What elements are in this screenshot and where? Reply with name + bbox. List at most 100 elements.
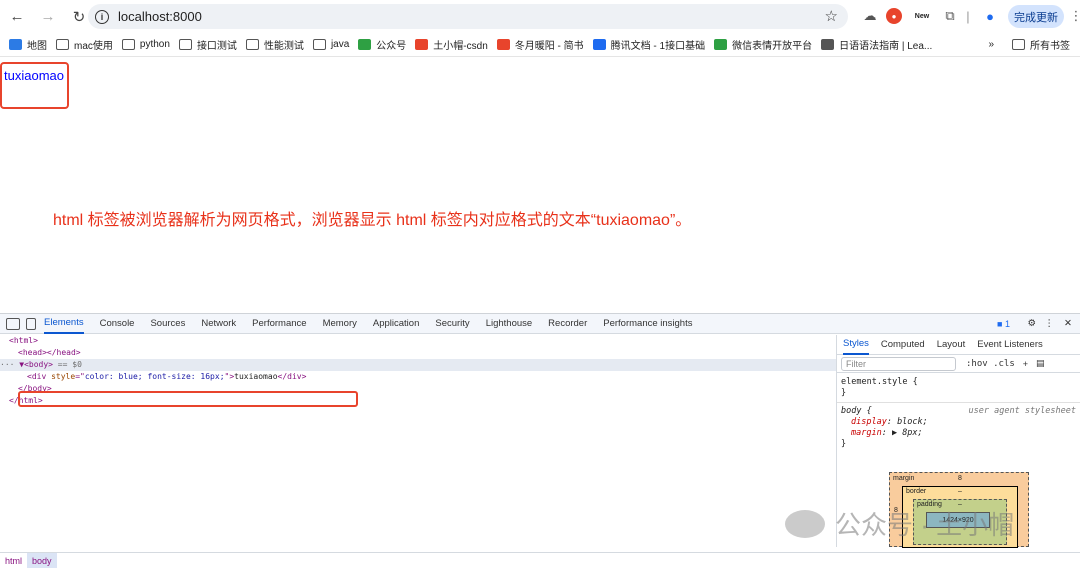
style-prop-margin[interactable]: margin: ▶ 8px; <box>841 428 1076 439</box>
tab-memory[interactable]: Memory <box>323 314 357 334</box>
annotation-text: html 标签被浏览器解析为网页格式，浏览器显示 html 标签内对应格式的文本… <box>53 212 692 229</box>
style-prop-display[interactable]: display: block; <box>841 417 1076 428</box>
tab-application[interactable]: Application <box>373 314 419 334</box>
body-selector[interactable]: body { <box>841 406 872 416</box>
tab-lighthouse[interactable]: Lighthouse <box>486 314 532 334</box>
forward-icon[interactable]: → <box>34 3 62 31</box>
site-info-icon[interactable]: i <box>95 9 109 24</box>
element-style-rule[interactable]: element.style { <box>841 377 1076 388</box>
bookmark-star-icon[interactable]: ☆ <box>825 7 838 25</box>
close-devtools-icon[interactable]: ✕ <box>1064 318 1072 329</box>
device-toolbar-icon[interactable] <box>26 317 36 330</box>
browser-toolbar: ← → ↻ i localhost:8000 ☆ ☁ ● New ⧉ | ● 完… <box>0 0 1080 33</box>
bookmark-item[interactable]: 微信表情开放平台 <box>714 37 812 52</box>
styles-filter-row: Filter :hov .cls + ▤ <box>837 355 1080 373</box>
prop-name: display <box>851 417 887 427</box>
highlight-box <box>0 62 69 109</box>
profile-icon[interactable]: ● <box>980 6 1000 26</box>
extension-icon[interactable]: ☁ <box>860 6 880 26</box>
margin-value[interactable]: 8 <box>958 475 962 482</box>
italic-i-icon <box>821 39 835 50</box>
bookmark-item[interactable]: mac使用 <box>56 37 113 52</box>
bookmark-label: 地图 <box>27 41 47 52</box>
tab-network[interactable]: Network <box>201 314 236 334</box>
bookmark-item[interactable]: 腾讯文档 - 1接口基础 <box>592 37 706 52</box>
sidebar-tab-computed[interactable]: Computed <box>881 335 925 355</box>
paint-icon[interactable]: ▤ <box>1036 358 1045 369</box>
address-bar[interactable]: i localhost:8000 ☆ <box>88 4 848 29</box>
bookmark-item[interactable]: 公众号 <box>358 37 406 52</box>
page-viewport: tuxiaomao html 标签被浏览器解析为网页格式，浏览器显示 html … <box>0 58 1080 313</box>
settings-gear-icon[interactable]: ⚙ <box>1027 318 1036 329</box>
style-rules: element.style { } user agent stylesheet b… <box>837 373 1080 454</box>
breadcrumb-item[interactable]: html <box>0 553 27 568</box>
rule-close: } <box>841 388 847 398</box>
sidebar-tab-event-listeners[interactable]: Event Listeners <box>977 335 1042 355</box>
chevron-double-icon[interactable]: » <box>988 39 994 50</box>
tab-performance[interactable]: Performance <box>252 314 306 334</box>
bookmark-item[interactable]: 冬月暖阳 - 简书 <box>496 37 584 52</box>
tab-elements[interactable]: Elements <box>44 314 84 334</box>
sidebar-tab-styles[interactable]: Styles <box>843 335 869 355</box>
sidebar-tab-layout[interactable]: Layout <box>937 335 966 355</box>
tab-console[interactable]: Console <box>100 314 135 334</box>
highlight-box <box>18 391 358 407</box>
dom-attr-name: style <box>51 372 76 381</box>
extensions-puzzle-icon[interactable]: ⧉ <box>940 6 960 26</box>
bookmark-label: 接口测试 <box>196 41 237 52</box>
all-bookmarks-button[interactable]: » 所有书签 <box>988 37 1070 52</box>
issues-badge[interactable]: ■ 1 <box>997 319 1010 329</box>
leaf-icon <box>358 39 372 50</box>
breadcrumb-item[interactable]: body <box>27 553 57 568</box>
bookmarks-bar: 地图 mac使用 python 接口测试 性能测试 java 公众号 土小帽-csdn 冬月暖阳… <box>0 33 1080 57</box>
folder-icon <box>245 39 259 50</box>
ua-stylesheet-label: user agent stylesheet <box>968 406 1076 416</box>
bookmark-item[interactable]: 日语语法指南 | Lea... <box>821 37 932 52</box>
url-text[interactable]: localhost:8000 <box>118 9 202 24</box>
bookmark-label: java <box>330 39 350 50</box>
extension-badge-icon[interactable]: ● <box>886 8 902 24</box>
more-options-icon[interactable]: ⋮ <box>1045 318 1055 329</box>
inspect-element-icon[interactable] <box>6 317 20 330</box>
bookmark-label: 腾讯文档 - 1接口基础 <box>610 41 706 52</box>
dom-line-div[interactable]: <div style="color: blue; font-size: 16px… <box>0 371 836 383</box>
bookmark-label: 土小帽-csdn <box>433 41 488 52</box>
bookmark-label: 冬月暖阳 - 简书 <box>514 41 584 52</box>
watermark: 公众号 · 土小帽 <box>785 505 1014 542</box>
filter-input[interactable]: Filter <box>841 356 956 371</box>
dom-ellipsis: ··· <box>0 360 20 369</box>
dom-line-head[interactable]: <head></head> <box>0 347 836 359</box>
map-pin-icon <box>9 39 22 50</box>
prop-value: : block; <box>886 417 928 427</box>
dom-line-html[interactable]: <html> <box>0 335 836 347</box>
bookmark-item[interactable]: 性能测试 <box>245 37 304 52</box>
border-value[interactable]: – <box>958 488 962 495</box>
bookmark-item[interactable]: 接口测试 <box>178 37 237 52</box>
update-button[interactable]: 完成更新 <box>1008 5 1064 28</box>
bookmark-item[interactable]: python <box>121 39 170 50</box>
devtools-tabbar: ■ 1 ⚙ ⋮ ✕ Elements Console Sources Network P… <box>0 314 1080 334</box>
dom-tag: <div <box>27 372 52 381</box>
bookmark-item[interactable]: java <box>312 39 350 50</box>
divider <box>837 402 1080 403</box>
rule-close: } <box>841 439 847 449</box>
dom-line-body[interactable]: ··· ▼<body> == $0 <box>0 359 836 371</box>
hov-cls-toggles[interactable]: :hov .cls <box>966 359 1015 369</box>
menu-kebab-icon[interactable]: ⋮ <box>1066 6 1080 26</box>
dom-text: tuxiaomao <box>234 372 278 381</box>
dom-attr-value: color: blue; font-size: 16px; <box>84 372 225 381</box>
bookmark-label: 公众号 <box>376 41 407 52</box>
breadcrumb: html body <box>0 552 1080 568</box>
sidebar-tabs: Styles Computed Layout Event Listeners <box>837 335 1080 355</box>
tab-performance-insights[interactable]: Performance insights <box>603 314 692 334</box>
back-icon[interactable]: ← <box>3 3 31 31</box>
bookmark-item[interactable]: 地图 <box>9 37 47 52</box>
tab-recorder[interactable]: Recorder <box>548 314 587 334</box>
new-badge[interactable]: New <box>912 6 932 26</box>
body-rule-header: user agent stylesheet body { <box>841 406 1076 417</box>
prop-value: : ▶ 8px; <box>881 428 923 438</box>
bookmark-item[interactable]: 土小帽-csdn <box>415 37 488 52</box>
tab-security[interactable]: Security <box>435 314 469 334</box>
tab-sources[interactable]: Sources <box>150 314 185 334</box>
add-rule-icon[interactable]: + <box>1023 359 1028 369</box>
